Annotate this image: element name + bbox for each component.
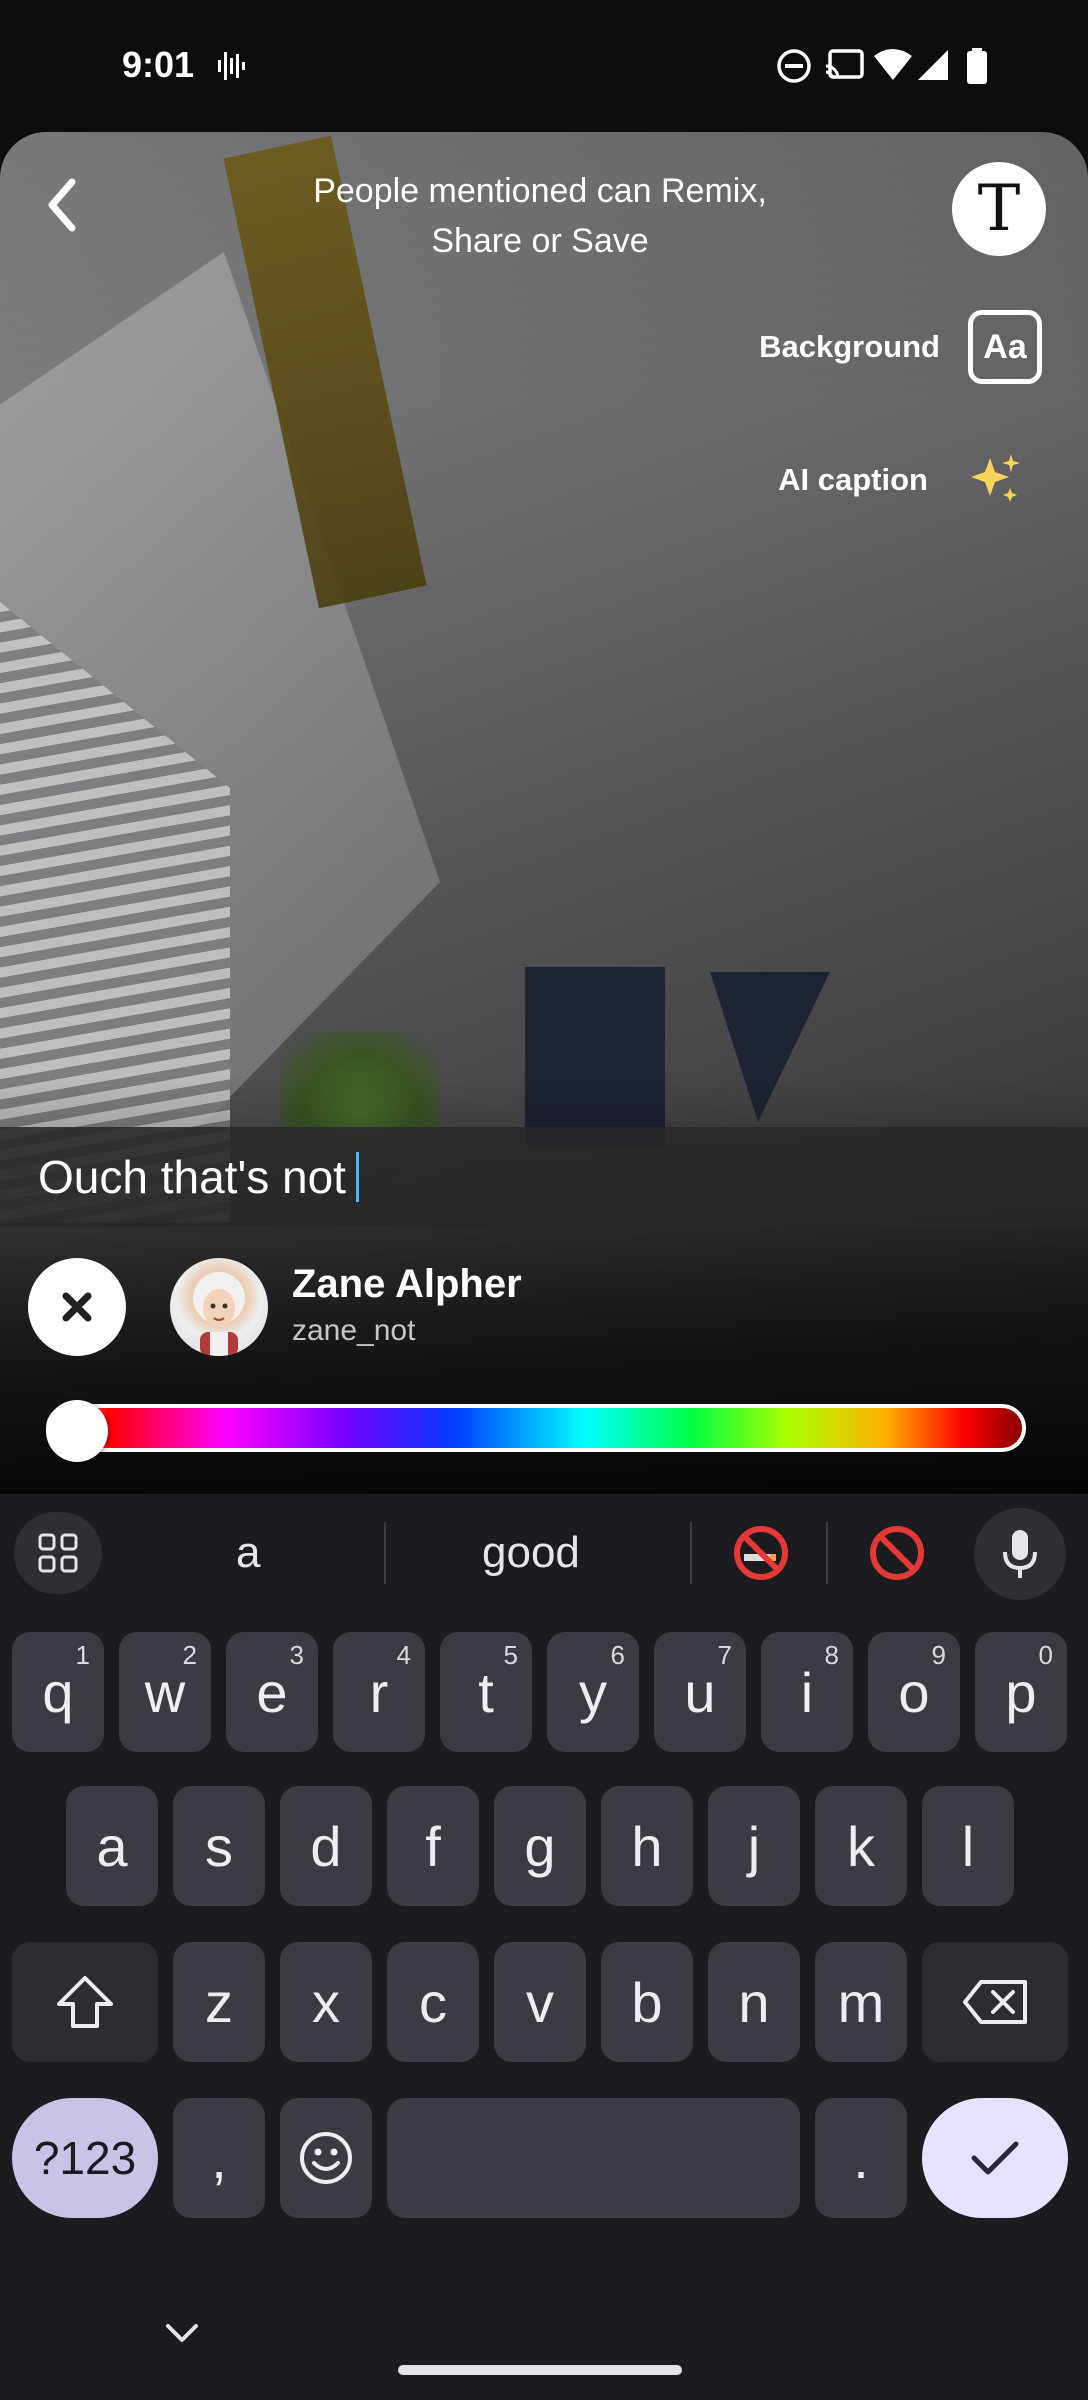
suggestion-divider: [384, 1522, 386, 1584]
suggestion-strip: a good: [0, 1494, 1088, 1612]
emoji-key[interactable]: [280, 2098, 372, 2218]
background-aa-icon: Aa: [968, 310, 1042, 384]
bitmoji-avatar-icon: [193, 1272, 245, 1356]
smiley-icon: [300, 2132, 352, 2184]
shift-key[interactable]: [12, 1942, 158, 2062]
suggestion-divider: [690, 1522, 692, 1584]
color-slider-track[interactable]: [46, 1404, 1026, 1452]
suggestion-word[interactable]: a: [236, 1528, 260, 1578]
key-r[interactable]: r4: [333, 1632, 425, 1752]
mention-suggestion[interactable]: Zane Alpher zane_not: [0, 1258, 1088, 1356]
key-c[interactable]: c: [387, 1942, 479, 2062]
close-icon: [62, 1292, 92, 1322]
key-j[interactable]: j: [708, 1786, 800, 1906]
soft-keyboard: a good q1 w2 e3 r4 t5 y6 u7 i8 o9 p0 a s: [0, 1494, 1088, 2400]
caption-text: Ouch that's not: [38, 1151, 346, 1203]
key-a[interactable]: a: [66, 1786, 158, 1906]
key-s[interactable]: s: [173, 1786, 265, 1906]
key-v[interactable]: v: [494, 1942, 586, 2062]
key-l[interactable]: l: [922, 1786, 1014, 1906]
background-option[interactable]: Background Aa: [759, 310, 1042, 384]
battery-icon: [967, 48, 987, 84]
status-bar: 9:01: [0, 0, 1088, 132]
period-key[interactable]: .: [815, 2098, 907, 2218]
key-p[interactable]: p0: [975, 1632, 1067, 1752]
key-g[interactable]: g: [494, 1786, 586, 1906]
dismiss-mention-button[interactable]: [28, 1258, 126, 1356]
mention-permission-note: People mentioned can Remix, Share or Sav…: [313, 172, 767, 260]
hide-keyboard-chevron-icon[interactable]: [160, 2318, 204, 2348]
ai-caption-label: AI caption: [778, 462, 928, 497]
text-style-glyph: T: [977, 172, 1021, 246]
status-time: 9:01: [122, 44, 195, 85]
no-smoking-emoji-icon[interactable]: [732, 1524, 790, 1582]
text-style-button[interactable]: T: [952, 162, 1046, 256]
microphone-icon: [1003, 1530, 1037, 1578]
grid-icon: [38, 1533, 78, 1573]
signal-icon: [918, 50, 948, 80]
ai-caption-option[interactable]: AI caption: [778, 452, 1024, 508]
key-d[interactable]: d: [280, 1786, 372, 1906]
mention-name: Zane Alpher: [292, 1262, 522, 1306]
key-e[interactable]: e3: [226, 1632, 318, 1752]
cast-icon: [825, 49, 864, 79]
caption-input[interactable]: Ouch that's not: [0, 1127, 1088, 1227]
space-key[interactable]: [387, 2098, 800, 2218]
key-m[interactable]: m: [815, 1942, 907, 2062]
done-key[interactable]: [922, 2098, 1068, 2218]
back-chevron-icon[interactable]: [38, 170, 88, 240]
key-z[interactable]: z: [173, 1942, 265, 2062]
wifi-icon: [874, 49, 912, 80]
shift-arrow-icon: [57, 1976, 113, 2028]
key-h[interactable]: h: [601, 1786, 693, 1906]
symbols-key[interactable]: ?123: [12, 2098, 158, 2218]
avatar: [170, 1258, 268, 1356]
key-k[interactable]: k: [815, 1786, 907, 1906]
background-aa-text: Aa: [983, 327, 1027, 366]
suggestion-word[interactable]: good: [482, 1528, 580, 1578]
key-n[interactable]: n: [708, 1942, 800, 2062]
checkmark-icon: [971, 2141, 1019, 2175]
do-not-disturb-icon: [777, 49, 811, 83]
key-q[interactable]: q1: [12, 1632, 104, 1752]
key-u[interactable]: u7: [654, 1632, 746, 1752]
mention-username: zane_not: [292, 1314, 416, 1347]
voice-input-button[interactable]: [974, 1508, 1066, 1600]
prohibited-emoji-icon[interactable]: [868, 1524, 926, 1582]
comma-key[interactable]: ,: [173, 2098, 265, 2218]
key-i[interactable]: i8: [761, 1632, 853, 1752]
suggestion-divider: [826, 1522, 828, 1584]
home-indicator[interactable]: [398, 2365, 682, 2375]
backspace-icon: [963, 1980, 1027, 2024]
key-b[interactable]: b: [601, 1942, 693, 2062]
key-t[interactable]: t5: [440, 1632, 532, 1752]
key-o[interactable]: o9: [868, 1632, 960, 1752]
color-slider-handle[interactable]: [46, 1400, 108, 1462]
sparkle-icon: [971, 454, 1020, 502]
backspace-key[interactable]: [922, 1942, 1068, 2062]
key-x[interactable]: x: [280, 1942, 372, 2062]
key-f[interactable]: f: [387, 1786, 479, 1906]
background-label: Background: [759, 329, 940, 364]
key-y[interactable]: y6: [547, 1632, 639, 1752]
keyboard-apps-button[interactable]: [14, 1512, 102, 1594]
text-cursor: [355, 1152, 359, 1202]
voice-wave-icon: [218, 52, 245, 80]
key-w[interactable]: w2: [119, 1632, 211, 1752]
